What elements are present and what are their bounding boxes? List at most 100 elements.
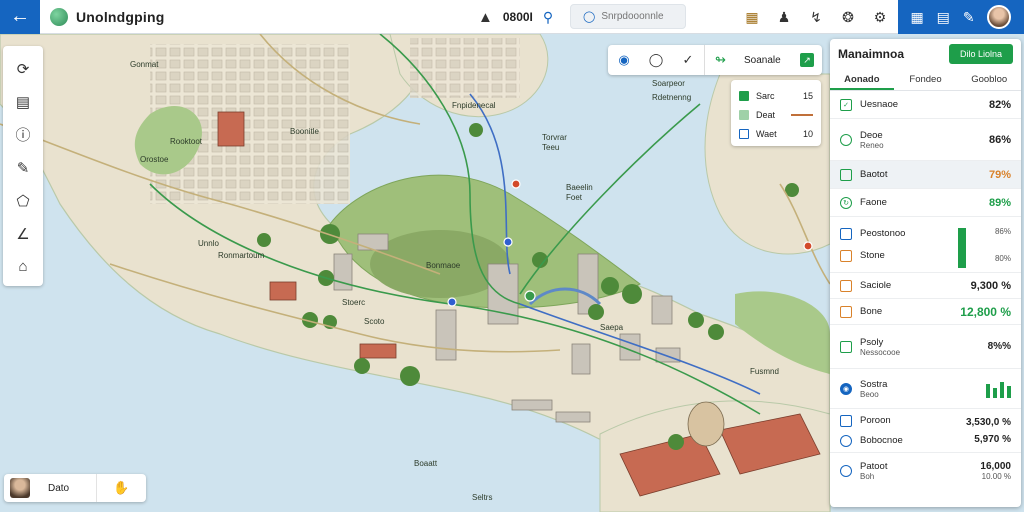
panel-row[interactable]: ◉ Sostra Beoo [830, 369, 1021, 409]
panel-row[interactable]: Bone 12,800 % [830, 299, 1021, 325]
lasso-icon[interactable]: ⟳ [3, 52, 43, 85]
box-icon [840, 305, 852, 318]
legend-label: Deat [756, 109, 776, 120]
legend-swatch [739, 109, 749, 120]
row-label: Psoly [860, 336, 884, 348]
panel-header: Manaimnoa Dilo Liolna [830, 39, 1021, 69]
info-icon[interactable]: ⓘ [3, 118, 43, 151]
building-icon[interactable]: ⌂ [3, 250, 43, 283]
route-plan-icon[interactable]: ↬ [704, 45, 736, 75]
search-box[interactable]: ◯ [570, 4, 686, 29]
legend-swatch [739, 128, 749, 139]
row-value: 86% [994, 226, 1011, 236]
compass-icon[interactable]: ❂ [832, 0, 864, 34]
panel-row[interactable]: ✓ Uesnaoe 82% [830, 91, 1021, 119]
panel-row[interactable]: Poroon Bobocnoe 3,530,0 % 5,970 % [830, 409, 1021, 453]
shield-icon[interactable]: ◯ [640, 45, 672, 75]
export-icon[interactable]: ↗ [800, 53, 814, 67]
floating-toolbar: ◉ ◯ ✓ ↬ Soanale ↗ [608, 45, 822, 75]
map-label: Seltrs [472, 493, 492, 502]
search-icon[interactable]: ⚲ [543, 9, 553, 26]
locate-icon[interactable]: ◉ [608, 45, 640, 75]
layers-icon[interactable]: ▦ [736, 0, 768, 34]
map-label: Rooktoot [170, 137, 203, 146]
map-label: Boaatt [414, 459, 438, 468]
location-icon: ◯ [583, 11, 596, 23]
tab-second[interactable]: Fondeo [894, 69, 958, 90]
user-avatar[interactable] [987, 5, 1012, 29]
edit-icon[interactable]: ✎ [963, 9, 975, 26]
hand-icon[interactable]: ✋ [96, 474, 146, 502]
tab-first[interactable]: Aonado [830, 69, 894, 90]
legend-item: Sarc 15 [739, 86, 813, 105]
legend-swatch [739, 90, 749, 101]
panel-row[interactable]: Peostonoo Stone 86% 80% [830, 217, 1021, 273]
map-label: Soarpeor [652, 79, 685, 88]
map-label: Baeelin [566, 183, 593, 192]
map-pin-icon[interactable]: ▲ [478, 9, 493, 26]
map-label: Torvrar [542, 133, 567, 142]
app-logo [50, 7, 68, 26]
row-sublabel: Nessocooe [860, 347, 901, 357]
panel-row[interactable]: Saciole 9,300 % [830, 273, 1021, 299]
row-value: 16,000 [980, 461, 1011, 472]
person-icon[interactable]: ♟ [768, 0, 800, 34]
map-label: Teeu [542, 143, 559, 152]
measure-icon[interactable]: ∠ [3, 217, 43, 250]
row-label: Bone [860, 306, 883, 317]
row-value: 79% [988, 168, 1011, 181]
polygon-icon[interactable]: ⬠ [3, 184, 43, 217]
route-icon[interactable]: ↯ [800, 0, 832, 34]
panel-row[interactable]: ↻ Faone 89% [830, 189, 1021, 217]
legend-line [791, 113, 813, 116]
panel-row[interactable]: Psoly Nessocooe 8%% [830, 325, 1021, 369]
locate-card-label: Dato [48, 482, 70, 494]
tab-third[interactable]: Goobloo [957, 69, 1021, 90]
panel-row[interactable]: Deoe Reneo 86% [830, 119, 1021, 161]
top-bar: ← Unolndgping ▲ 0800I ⚲ ◯ ▦ ♟ ↯ ❂ ⚙ ▦ ▤ … [0, 0, 1024, 34]
document-icon[interactable]: ▤ [3, 85, 43, 118]
row-value: 9,300 % [970, 279, 1011, 292]
panel-row[interactable]: Baotot 79% [830, 161, 1021, 189]
locate-card: Dato ✋ [4, 474, 146, 502]
cloud-icon [840, 465, 852, 477]
ledger-icon [840, 279, 852, 292]
row-label: Deoe [860, 129, 883, 141]
legend-value: 10 [802, 128, 813, 139]
row-value-secondary: 80% [994, 253, 1011, 263]
map-label: Unnlo [198, 239, 219, 248]
back-arrow-icon[interactable]: ← [0, 0, 40, 34]
check-icon[interactable]: ✓ [672, 45, 704, 75]
search-input[interactable] [601, 11, 682, 22]
left-toolbar: ⟳ ▤ ⓘ ✎ ⬠ ∠ ⌂ [3, 46, 43, 286]
table-icon[interactable]: ▤ [937, 9, 950, 26]
pencil-icon[interactable]: ✎ [3, 151, 43, 184]
settings-icon[interactable]: ⚙ [864, 0, 896, 34]
row-value: 89% [988, 196, 1011, 209]
bookmark-icon [840, 168, 852, 181]
dome-building [687, 401, 725, 447]
row-value: 8%% [987, 341, 1011, 352]
calendar-icon [840, 414, 852, 427]
grid-icon[interactable]: ▦ [910, 9, 923, 26]
map-label: Fusmnd [750, 367, 779, 376]
row-value: 3,530,0 % [965, 416, 1011, 428]
map-label: Stoerc [342, 298, 365, 307]
map-label: Orostoe [140, 155, 169, 164]
panel-action-button[interactable]: Dilo Liolna [949, 44, 1013, 64]
row-sublabel: Boh [860, 472, 875, 481]
map-label: Foet [566, 193, 583, 202]
list-icon [840, 340, 852, 353]
row-label: Saciole [860, 280, 892, 291]
coordinate-readout: 0800I [502, 10, 533, 24]
panel-row[interactable]: Patoot Boh 16,000 10.00 % [830, 453, 1021, 489]
legend-item: Deat [739, 105, 813, 124]
row-label: Bobocnoe [860, 435, 903, 446]
mini-bar-chart [986, 380, 1011, 398]
panel-title: Manaimnoa [838, 47, 905, 61]
map-label: Ronmartoum [218, 251, 265, 260]
legend-value: 15 [802, 90, 813, 101]
level-bar [958, 228, 966, 268]
row-sublabel: Reneo [860, 140, 884, 150]
map-label: Boonitle [290, 127, 319, 136]
